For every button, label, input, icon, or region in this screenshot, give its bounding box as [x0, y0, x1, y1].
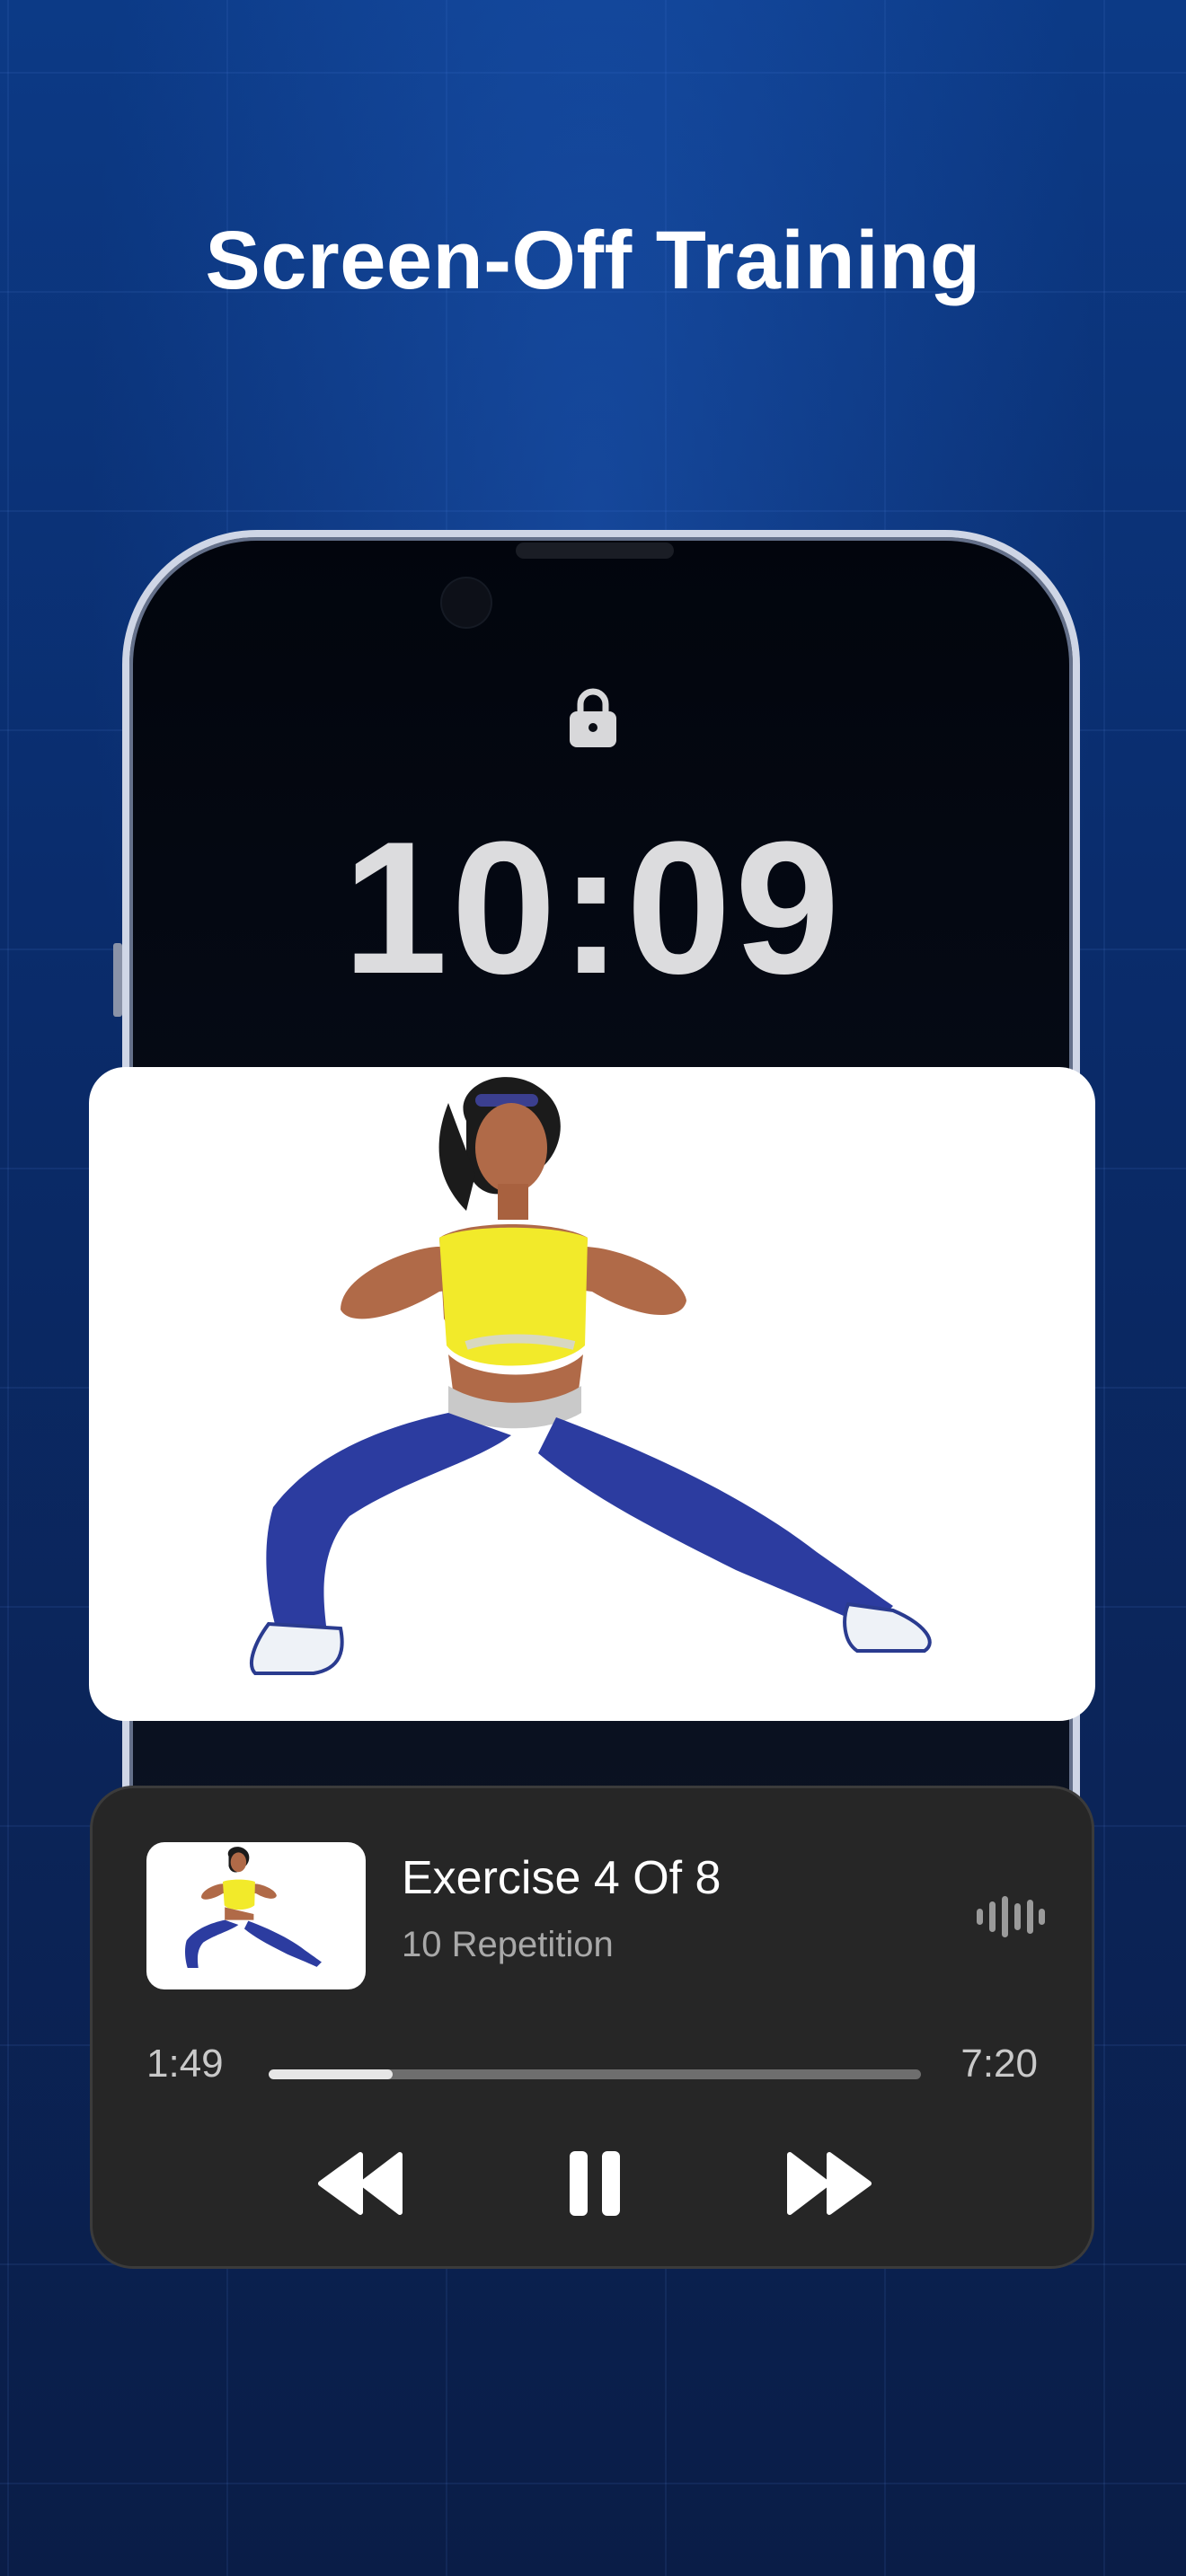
progress-bar[interactable] [269, 2069, 921, 2079]
fast-forward-icon[interactable] [783, 2148, 872, 2219]
page-headline: Screen-Off Training [205, 215, 981, 306]
woman-side-lunge-thumbnail [184, 1847, 322, 1968]
lock-icon [570, 688, 616, 747]
total-time: 7:20 [960, 2042, 1038, 2086]
pause-icon[interactable] [550, 2148, 640, 2219]
exercise-title: Exercise 4 Of 8 [402, 1852, 721, 1904]
phone-speaker-bar [516, 543, 674, 559]
elapsed-time: 1:49 [146, 2042, 224, 2086]
exercise-reps: 10 Repetition [402, 1925, 614, 1964]
woman-side-lunge-illustration [250, 1077, 932, 1675]
exercise-thumbnail[interactable] [146, 1842, 366, 1989]
progress-fill [269, 2069, 393, 2079]
phone-camera [442, 578, 491, 627]
lock-screen-clock: 10:09 [342, 802, 844, 1013]
now-playing-card: Exercise 4 Of 8 10 Repetition 1:49 7:20 [90, 1786, 1094, 2269]
exercise-preview-card [89, 1067, 1095, 1721]
rewind-icon[interactable] [317, 2148, 407, 2219]
audio-wave-icon[interactable] [975, 1896, 1045, 1937]
